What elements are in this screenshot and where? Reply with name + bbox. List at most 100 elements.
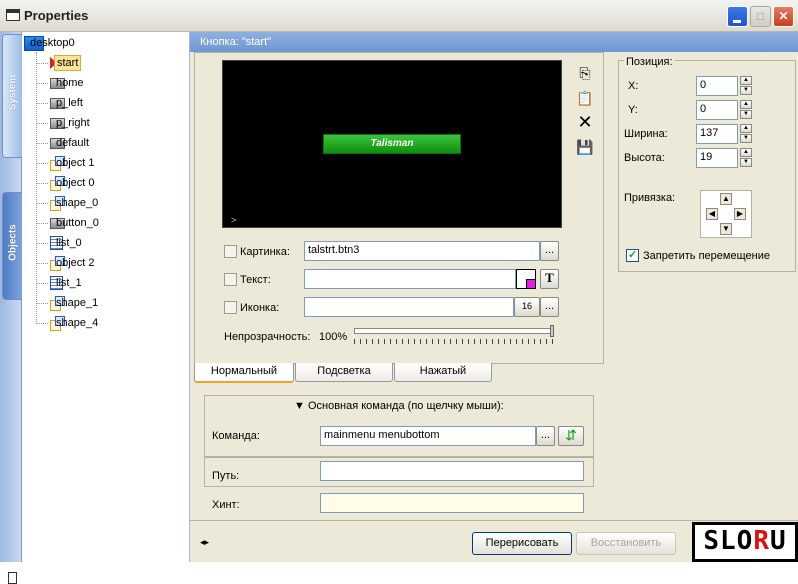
opacity-slider[interactable] — [354, 328, 554, 334]
tree-line — [36, 203, 48, 204]
preview-button[interactable]: Talisman — [323, 134, 461, 154]
command-browse-button[interactable]: ... — [536, 426, 555, 446]
tree-item-label: default — [56, 137, 90, 149]
tree-item-p_left[interactable]: p_left — [50, 93, 83, 113]
tree-item-list_1[interactable]: list_1 — [50, 273, 82, 293]
delete-icon[interactable]: ✕ — [576, 113, 594, 131]
hint-field[interactable] — [320, 493, 584, 513]
height-label: Высота: — [624, 152, 665, 164]
tree-item-object-2[interactable]: object 2 — [50, 253, 95, 273]
tree-line — [36, 123, 48, 124]
width-up-button[interactable]: ▲ — [740, 124, 752, 133]
path-field[interactable] — [320, 461, 584, 481]
tree-item-label: home — [56, 77, 84, 89]
picture-checkbox[interactable] — [224, 245, 237, 258]
button-preview: Talisman > — [222, 60, 562, 228]
minimize-button[interactable] — [727, 6, 748, 27]
tab-system[interactable]: System — [2, 34, 22, 158]
width-down-button[interactable]: ▼ — [740, 134, 752, 143]
tree-item-start[interactable]: start — [50, 53, 82, 73]
icon-size-button[interactable]: 16 — [514, 297, 540, 317]
tree-item-p_right[interactable]: p_right — [50, 113, 90, 133]
tab-pressed[interactable]: Нажатый — [394, 363, 492, 382]
anchor-bottom-button[interactable]: ▼ — [720, 223, 732, 235]
x-up-button[interactable]: ▲ — [740, 76, 752, 85]
tree-item-label: object 0 — [56, 177, 95, 189]
tree-item-object-0[interactable]: object 0 — [50, 173, 95, 193]
anchor-left-button[interactable]: ◀ — [706, 208, 718, 220]
redraw-button[interactable]: Перерисовать — [472, 532, 572, 555]
height-input[interactable]: 19 — [696, 148, 738, 168]
maximize-button[interactable]: □ — [750, 6, 771, 27]
tree-line — [36, 223, 48, 224]
tree-item-label: shape_1 — [56, 297, 99, 309]
text-label: Текст: — [240, 274, 271, 286]
command-section-title: ▼ Основная команда (по щелчку мыши): — [294, 400, 504, 412]
picture-browse-button[interactable]: ... — [540, 241, 559, 261]
anchor-right-button[interactable]: ▶ — [734, 208, 746, 220]
tree-item-home[interactable]: home — [50, 73, 84, 93]
tab-objects[interactable]: Objects — [2, 192, 22, 300]
slo-ru-logo: SLORU — [692, 522, 798, 562]
logo-text-2: R — [753, 526, 770, 556]
lock-move-checkbox[interactable] — [626, 248, 639, 262]
restore-button[interactable]: Восстановить — [576, 532, 676, 555]
paste-icon[interactable]: 📋 — [576, 89, 594, 107]
tree-item-shape_0[interactable]: shape_0 — [50, 193, 98, 213]
command-field[interactable]: mainmenu menubottom — [320, 426, 536, 446]
anchor-label: Привязка: — [624, 192, 676, 204]
picture-field[interactable]: talstrt.btn3 — [304, 241, 540, 261]
icon-checkbox[interactable] — [224, 301, 237, 314]
tree-root-label: desktop0 — [30, 37, 75, 49]
tree-item-label: list_1 — [56, 277, 82, 289]
text-checkbox[interactable] — [224, 273, 237, 286]
page-icon[interactable] — [8, 572, 17, 584]
height-down-button[interactable]: ▼ — [740, 158, 752, 167]
tree-item-shape_4[interactable]: shape_4 — [50, 313, 98, 333]
picture-label: Картинка: — [240, 246, 290, 258]
text-color-swatch[interactable] — [516, 269, 536, 289]
tree-line — [36, 103, 48, 104]
tree-line — [36, 303, 48, 304]
text-bg-swatch[interactable] — [526, 279, 536, 289]
tree-item-label: object 1 — [56, 157, 95, 169]
icon-browse-button[interactable]: ... — [540, 297, 559, 317]
tree-item-default[interactable]: default — [50, 133, 89, 153]
anchor-widget: ▲ ◀ ▶ ▼ — [700, 190, 752, 238]
x-down-button[interactable]: ▼ — [740, 86, 752, 95]
x-input[interactable]: 0 — [696, 76, 738, 96]
anchor-top-button[interactable]: ▲ — [720, 193, 732, 205]
title-bar: Properties □ ✕ — [0, 0, 798, 32]
path-label: Путь: — [212, 470, 240, 482]
splitter-arrows[interactable]: ◂▸ — [200, 537, 209, 548]
window-title: Properties — [24, 8, 89, 23]
icon-field[interactable] — [304, 297, 514, 317]
tree-item-label: button_0 — [56, 217, 99, 229]
text-field[interactable] — [304, 269, 516, 289]
tree-root[interactable]: desktop0 — [24, 33, 75, 53]
command-run-button[interactable]: ⇵ — [558, 426, 584, 446]
height-up-button[interactable]: ▲ — [740, 148, 752, 157]
tree-item-shape_1[interactable]: shape_1 — [50, 293, 98, 313]
y-down-button[interactable]: ▼ — [740, 110, 752, 119]
tab-system-label: System — [7, 74, 19, 111]
copy-icon[interactable]: ⎘ — [576, 64, 594, 82]
tree-item-button_0[interactable]: button_0 — [50, 213, 99, 233]
opacity-slider-thumb[interactable] — [550, 325, 554, 337]
text-format-button[interactable]: T — [540, 269, 559, 289]
tab-normal[interactable]: Нормальный — [194, 363, 294, 383]
save-icon[interactable]: 💾 — [576, 138, 594, 156]
tree-item-object-1[interactable]: object 1 — [50, 153, 95, 173]
tree-item-list_0[interactable]: list_0 — [50, 233, 82, 253]
properties-window: Properties □ ✕ System Objects desktop0 s… — [0, 0, 798, 584]
y-up-button[interactable]: ▲ — [740, 100, 752, 109]
preview-caret: > — [231, 215, 237, 225]
left-tab-strip: System Objects — [0, 32, 22, 584]
tab-hover[interactable]: Подсветка — [295, 363, 393, 382]
tree-item-label: list_0 — [56, 237, 82, 249]
y-input[interactable]: 0 — [696, 100, 738, 120]
position-group-label: Позиция: — [624, 56, 675, 68]
properties-panel: Talisman > ⎘ 📋 ✕ 💾 Картинка: talstrt.btn… — [190, 52, 798, 562]
width-input[interactable]: 137 — [696, 124, 738, 144]
close-button[interactable]: ✕ — [773, 6, 794, 27]
